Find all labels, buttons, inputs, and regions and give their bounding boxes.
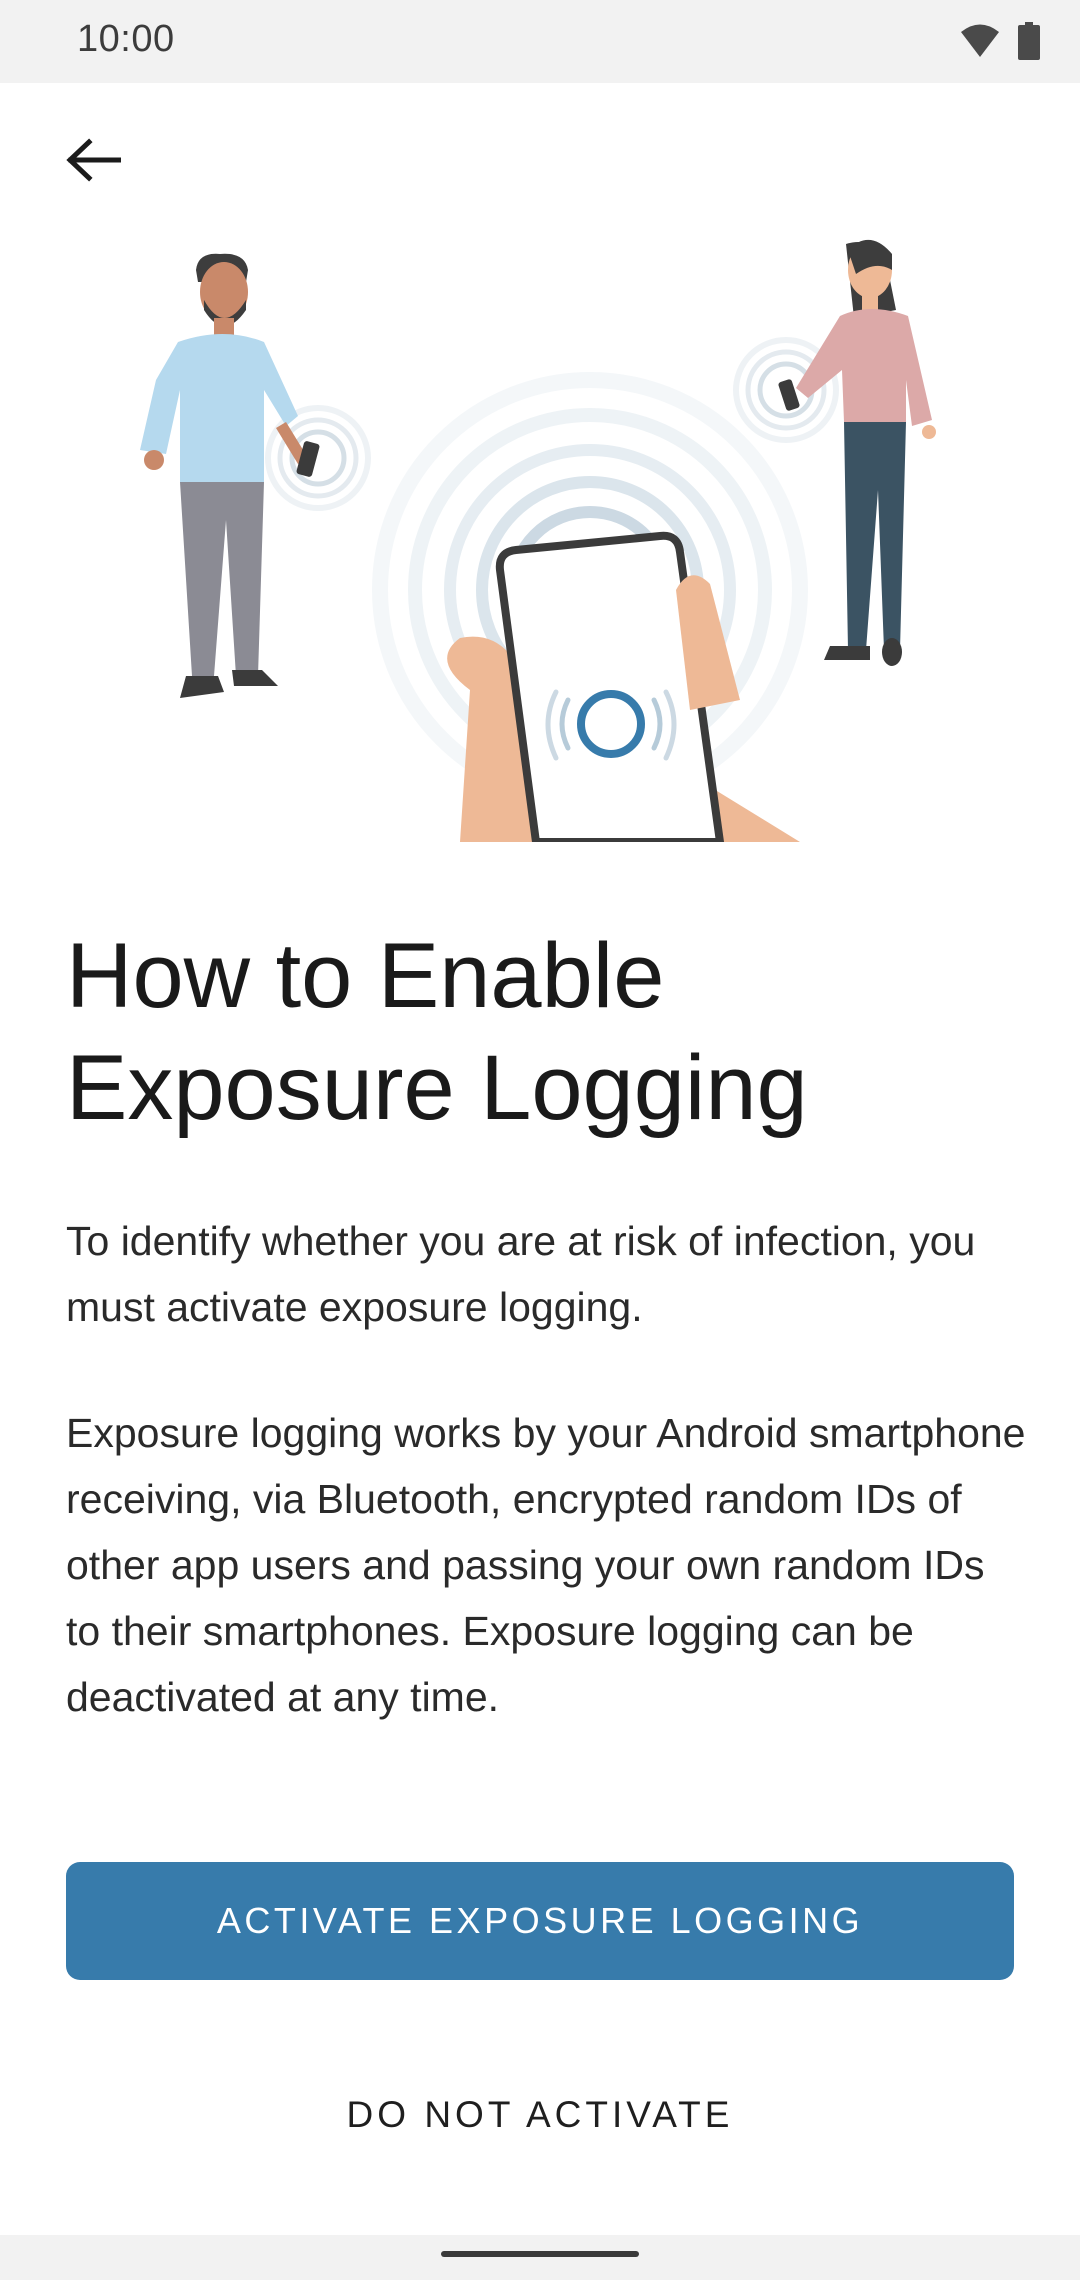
wifi-icon <box>960 23 1000 64</box>
arrow-back-icon <box>65 137 122 187</box>
activate-exposure-logging-button[interactable]: ACTIVATE EXPOSURE LOGGING <box>66 1862 1014 1980</box>
battery-icon <box>1018 22 1040 65</box>
status-time: 10:00 <box>77 18 175 60</box>
intro-paragraph: To identify whether you are at risk of i… <box>66 1218 976 1330</box>
man-figure <box>140 253 371 698</box>
explanation-paragraph: Exposure logging works by your Android s… <box>66 1410 1026 1720</box>
do-not-activate-button[interactable]: DO NOT ACTIVATE <box>66 2060 1014 2170</box>
navigation-bar <box>0 2235 1080 2280</box>
back-button[interactable] <box>48 117 138 207</box>
page-title-line-2: Exposure Logging <box>66 1037 808 1139</box>
hand-holding-phone <box>447 531 800 846</box>
status-bar: 10:00 <box>0 0 1080 83</box>
status-icons <box>960 22 1040 65</box>
page-title: How to Enable Exposure Logging <box>66 920 1026 1144</box>
page-title-line-1: How to Enable <box>66 925 665 1027</box>
home-gesture-handle[interactable] <box>441 2251 639 2257</box>
people-exchanging-ids-illustration <box>100 230 980 846</box>
